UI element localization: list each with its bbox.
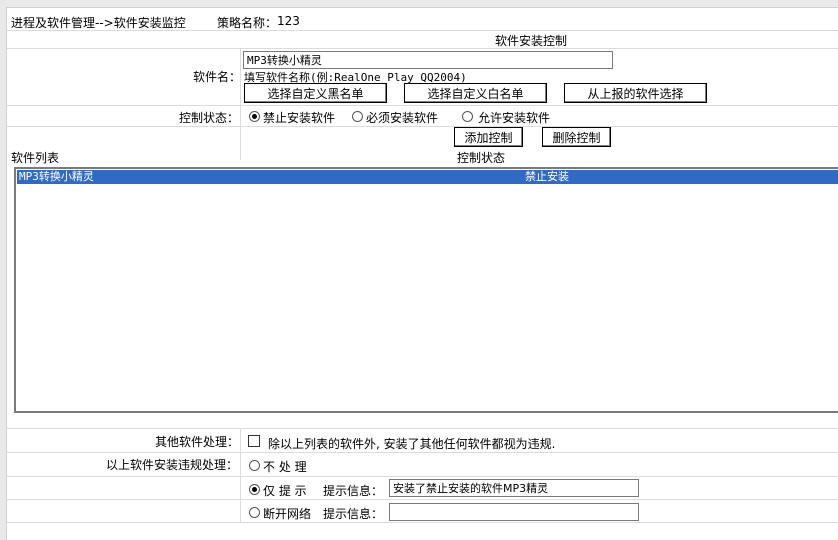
disconnect-info-input[interactable] — [389, 503, 639, 521]
radio-prompt-only-label: 仅 提 示 — [263, 484, 307, 498]
radio-forbid-install-label: 禁止安装软件 — [263, 111, 336, 125]
software-name-input[interactable] — [243, 51, 613, 69]
divider — [7, 428, 838, 429]
main-panel: 进程及软件管理-->软件安装监控 策略名称： 123 软件安装控制 软件名： 填… — [6, 7, 838, 540]
radio-forbid-install[interactable] — [249, 111, 260, 122]
software-name-label: 软件名： — [193, 70, 242, 84]
list-item-name: MP3转换小精灵 — [19, 170, 94, 183]
software-listbox[interactable]: MP3转换小精灵 禁止安装 — [14, 167, 838, 413]
breadcrumb: 进程及软件管理-->软件安装监控 — [11, 16, 186, 30]
divider — [7, 522, 838, 523]
list-item-state: 禁止安装 — [525, 170, 569, 183]
other-software-checkbox[interactable] — [248, 435, 260, 447]
select-reported-software-button[interactable]: 从上报的软件选择 — [564, 83, 707, 103]
column-divider — [240, 428, 241, 522]
list-header-state: 控制状态 — [457, 151, 506, 165]
prompt-info-input[interactable] — [389, 479, 639, 497]
disconnect-info-label: 提示信息： — [323, 507, 384, 521]
radio-prompt-only[interactable] — [249, 484, 260, 495]
divider — [7, 452, 838, 453]
radio-no-action[interactable] — [249, 460, 260, 471]
divider — [7, 499, 838, 500]
policy-name-label: 策略名称： — [217, 16, 278, 30]
radio-allow-install-label: 允许安装软件 — [478, 111, 551, 125]
section-title: 软件安装控制 — [495, 34, 568, 48]
divider — [7, 30, 838, 31]
select-whitelist-button[interactable]: 选择自定义白名单 — [404, 83, 547, 103]
column-divider — [240, 48, 241, 160]
control-state-label: 控制状态： — [179, 111, 240, 125]
radio-must-install[interactable] — [352, 111, 363, 122]
delete-control-button[interactable]: 删除控制 — [542, 127, 611, 147]
select-blacklist-button[interactable]: 选择自定义黑名单 — [244, 83, 387, 103]
divider — [7, 476, 838, 477]
divider — [7, 105, 838, 106]
other-software-text: 除以上列表的软件外, 安装了其他任何软件都视为违规. — [268, 437, 556, 451]
radio-disconnect-network-label: 断开网络 — [263, 507, 312, 521]
policy-name-value: 123 — [277, 14, 300, 28]
radio-no-action-label: 不 处 理 — [263, 460, 307, 474]
violation-label: 以上软件安装违规处理： — [106, 458, 239, 472]
prompt-info-label: 提示信息： — [323, 484, 384, 498]
divider — [7, 48, 838, 49]
other-software-label: 其他软件处理： — [155, 435, 240, 449]
add-control-button[interactable]: 添加控制 — [454, 127, 523, 147]
radio-must-install-label: 必须安装软件 — [366, 111, 439, 125]
list-header-software: 软件列表 — [11, 151, 60, 165]
list-item[interactable]: MP3转换小精灵 禁止安装 — [17, 170, 838, 184]
radio-disconnect-network[interactable] — [249, 507, 260, 518]
divider — [7, 126, 838, 127]
radio-allow-install[interactable] — [462, 111, 473, 122]
